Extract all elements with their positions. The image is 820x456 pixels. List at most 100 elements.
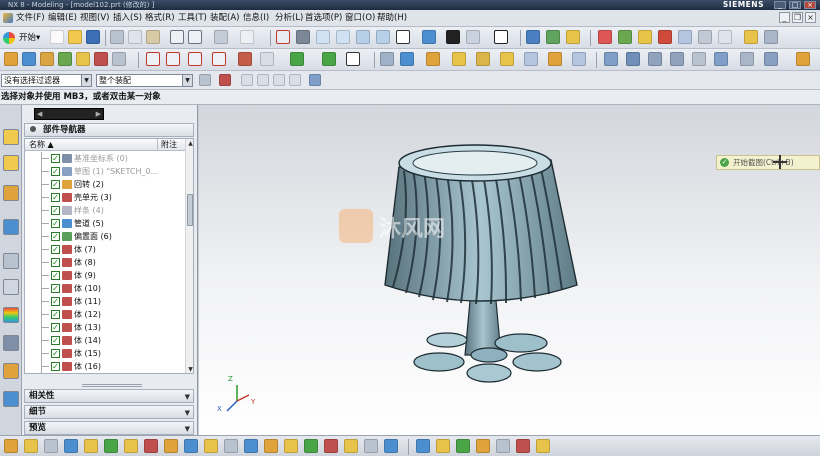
- edit-feature-icon[interactable]: [796, 52, 810, 66]
- scroll-down-icon[interactable]: ▼: [186, 365, 193, 373]
- spline-icon[interactable]: [212, 52, 226, 66]
- palette-tab[interactable]: [3, 307, 19, 323]
- details-panel[interactable]: 细节 ▼: [24, 405, 194, 419]
- menu-tools[interactable]: 工具(T): [178, 13, 207, 24]
- pattern-icon[interactable]: [740, 52, 754, 66]
- select-bodies-icon[interactable]: [289, 74, 301, 86]
- visibility-checkbox[interactable]: ✓: [51, 245, 60, 254]
- tree-row[interactable]: ✓ 偏置面 (6): [25, 230, 185, 243]
- undo-icon[interactable]: [170, 30, 184, 44]
- menu-view[interactable]: 视图(V): [80, 13, 109, 24]
- doc-minimize-button[interactable]: _: [779, 12, 790, 23]
- tree-row[interactable]: ✓ 壳单元 (3): [25, 191, 185, 204]
- assembly-constraints-icon[interactable]: [124, 439, 138, 453]
- inspect-icon[interactable]: [476, 439, 490, 453]
- redo-icon[interactable]: [188, 30, 202, 44]
- replace-component-icon[interactable]: [84, 439, 98, 453]
- menu-file[interactable]: 文件(F): [16, 13, 45, 24]
- curvature-icon[interactable]: [516, 439, 530, 453]
- scroll-up-icon[interactable]: ▲: [186, 139, 193, 148]
- menu-analysis[interactable]: 分析(L): [275, 13, 303, 24]
- assembly-load-icon[interactable]: [4, 439, 18, 453]
- start-button[interactable]: 开始▾: [3, 30, 40, 46]
- pan-icon[interactable]: [376, 30, 390, 44]
- hole-icon[interactable]: [76, 52, 90, 66]
- product-outline-icon[interactable]: [284, 439, 298, 453]
- fastener-icon[interactable]: [344, 439, 358, 453]
- minimize-button[interactable]: _: [774, 1, 786, 9]
- history-tab[interactable]: [3, 253, 19, 269]
- cut-icon[interactable]: [110, 30, 124, 44]
- render-style-icon[interactable]: [446, 30, 460, 44]
- command-finder-icon[interactable]: [214, 30, 228, 44]
- harness-icon[interactable]: [384, 439, 398, 453]
- subtract-icon[interactable]: [452, 52, 466, 66]
- column-note[interactable]: 附注: [157, 139, 177, 151]
- tree-row[interactable]: ✓ 体 (15): [25, 347, 185, 360]
- doc-close-button[interactable]: ×: [805, 12, 816, 23]
- mirror-body-icon[interactable]: [714, 52, 728, 66]
- zoom-window-icon[interactable]: [316, 30, 330, 44]
- menu-assemblies[interactable]: 装配(A): [210, 13, 239, 24]
- select-curves-icon[interactable]: [273, 74, 285, 86]
- draft-icon[interactable]: [572, 52, 586, 66]
- zoom-icon[interactable]: [296, 30, 310, 44]
- select-faces-icon[interactable]: [241, 74, 253, 86]
- split-body-icon[interactable]: [692, 52, 706, 66]
- tree-row[interactable]: ✓ 管道 (5): [25, 217, 185, 230]
- layer-settings-icon[interactable]: [764, 30, 778, 44]
- rectangle-icon[interactable]: [188, 52, 202, 66]
- doc-restore-button[interactable]: ❐: [792, 12, 803, 23]
- revolve-icon[interactable]: [58, 52, 72, 66]
- arc-icon[interactable]: [166, 52, 180, 66]
- menu-information[interactable]: 信息(I): [243, 13, 269, 24]
- measure-angle-icon[interactable]: [436, 439, 450, 453]
- visibility-checkbox[interactable]: ✓: [51, 232, 60, 241]
- tree-row[interactable]: ✓ 体 (14): [25, 334, 185, 347]
- gear-icon[interactable]: [199, 74, 211, 86]
- tree-row[interactable]: ✓ 体 (12): [25, 308, 185, 321]
- process-studio-tab[interactable]: [3, 335, 19, 351]
- select-all-icon[interactable]: [309, 74, 321, 86]
- add-component-icon[interactable]: [24, 439, 38, 453]
- new-icon[interactable]: [50, 30, 64, 44]
- tree-row[interactable]: ✓ 样条 (4): [25, 204, 185, 217]
- routing-icon[interactable]: [364, 439, 378, 453]
- wcs-dynamic-icon[interactable]: [638, 30, 652, 44]
- section-analysis-icon[interactable]: [496, 439, 510, 453]
- line-icon[interactable]: [146, 52, 160, 66]
- chevron-right-icon[interactable]: ▶: [96, 110, 101, 119]
- datum-plane-icon[interactable]: [322, 52, 336, 66]
- preview-panel[interactable]: 预览 ▼: [24, 421, 194, 435]
- shell-icon[interactable]: [548, 52, 562, 66]
- menu-format[interactable]: 格式(R): [145, 13, 175, 24]
- dependencies-panel[interactable]: 相关性 ▼: [24, 389, 194, 403]
- exploded-view-icon[interactable]: [164, 439, 178, 453]
- background-color-icon[interactable]: [494, 30, 508, 44]
- navigator-tab-strip[interactable]: ◀ ▶: [34, 108, 104, 120]
- tree-row[interactable]: ✓ 体 (8): [25, 256, 185, 269]
- pin-icon[interactable]: [30, 126, 36, 132]
- pocket-icon[interactable]: [112, 52, 126, 66]
- reuse-library-tab[interactable]: [3, 219, 19, 235]
- visibility-checkbox[interactable]: ✓: [51, 297, 60, 306]
- tree-scrollbar[interactable]: ▲ ▼: [185, 139, 193, 373]
- visibility-checkbox[interactable]: ✓: [51, 219, 60, 228]
- tree-row[interactable]: ✓ 基准坐标系 (0): [25, 152, 185, 165]
- feature-icon[interactable]: [4, 52, 18, 66]
- visibility-checkbox[interactable]: ✓: [51, 271, 60, 280]
- block-icon[interactable]: [380, 52, 394, 66]
- tree-row[interactable]: ✓ 体 (10): [25, 282, 185, 295]
- part-navigator-tab[interactable]: [3, 185, 19, 201]
- check-clearance-icon[interactable]: [204, 439, 218, 453]
- measure-distance-icon[interactable]: [416, 439, 430, 453]
- menu-help[interactable]: 帮助(H): [377, 13, 407, 24]
- offset-curve-icon[interactable]: [238, 52, 252, 66]
- menu-window[interactable]: 窗口(O): [345, 13, 375, 24]
- wcs-orient-icon[interactable]: [678, 30, 692, 44]
- open-icon[interactable]: [68, 30, 82, 44]
- fit-icon[interactable]: [276, 30, 290, 44]
- visibility-checkbox[interactable]: ✓: [51, 154, 60, 163]
- wcs-rotate-icon[interactable]: [658, 30, 672, 44]
- visibility-checkbox[interactable]: ✓: [51, 362, 60, 371]
